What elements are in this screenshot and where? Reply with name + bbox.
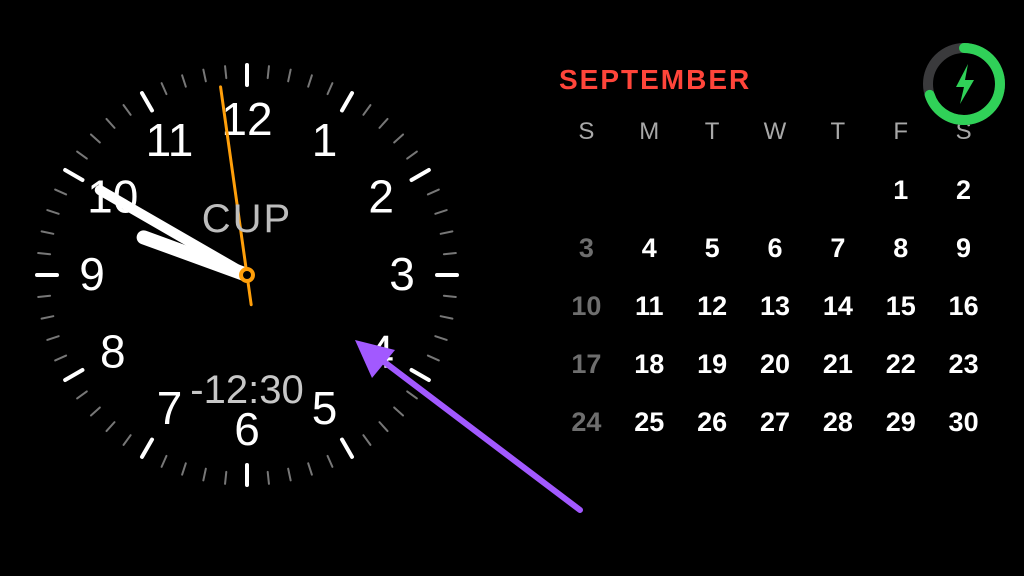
calendar-grid: SMTWTFS123456789101112131415161718192021… [555,118,995,444]
calendar-day[interactable]: 17 [555,342,618,386]
calendar-dow: T [806,118,869,154]
svg-text:3: 3 [389,248,415,300]
calendar-day[interactable]: 22 [869,342,932,386]
calendar-day[interactable]: 12 [681,284,744,328]
calendar-day[interactable]: 18 [618,342,681,386]
calendar-day[interactable]: 25 [618,400,681,444]
watch-face-screen: 123456789101112 CUP -12:30 SEPTEMBER SMT… [0,0,1024,576]
calendar-day[interactable]: 1 [869,168,932,212]
calendar-day[interactable]: 23 [932,342,995,386]
svg-text:1: 1 [312,114,338,166]
calendar-day[interactable]: 20 [744,342,807,386]
clock-city-label: CUP [27,197,467,242]
calendar-day[interactable]: 19 [681,342,744,386]
calendar-day[interactable]: 6 [744,226,807,270]
calendar-day[interactable]: 30 [932,400,995,444]
calendar-day[interactable]: 13 [744,284,807,328]
battery-complication[interactable] [918,38,1010,130]
calendar-day[interactable]: 16 [932,284,995,328]
calendar-day[interactable]: 27 [744,400,807,444]
calendar-day[interactable]: 26 [681,400,744,444]
calendar-day[interactable]: 21 [806,342,869,386]
calendar-day[interactable]: 29 [869,400,932,444]
calendar-day[interactable]: 28 [806,400,869,444]
calendar-day[interactable]: 7 [806,226,869,270]
calendar-dow: M [618,118,681,154]
calendar-day[interactable]: 14 [806,284,869,328]
calendar-dow: T [681,118,744,154]
calendar-dow: W [744,118,807,154]
calendar-day[interactable]: 5 [681,226,744,270]
calendar-dow: S [555,118,618,154]
calendar-day[interactable]: 24 [555,400,618,444]
calendar-day[interactable]: 10 [555,284,618,328]
analog-clock[interactable]: 123456789101112 CUP -12:30 [27,55,467,495]
svg-text:11: 11 [146,114,194,166]
calendar-day[interactable]: 9 [932,226,995,270]
calendar-day[interactable]: 11 [618,284,681,328]
calendar-day[interactable]: 8 [869,226,932,270]
clock-offset-label: -12:30 [27,368,467,413]
calendar-day[interactable]: 3 [555,226,618,270]
calendar-day[interactable]: 2 [932,168,995,212]
svg-text:9: 9 [79,248,105,300]
calendar-day[interactable]: 4 [618,226,681,270]
calendar-day[interactable]: 15 [869,284,932,328]
